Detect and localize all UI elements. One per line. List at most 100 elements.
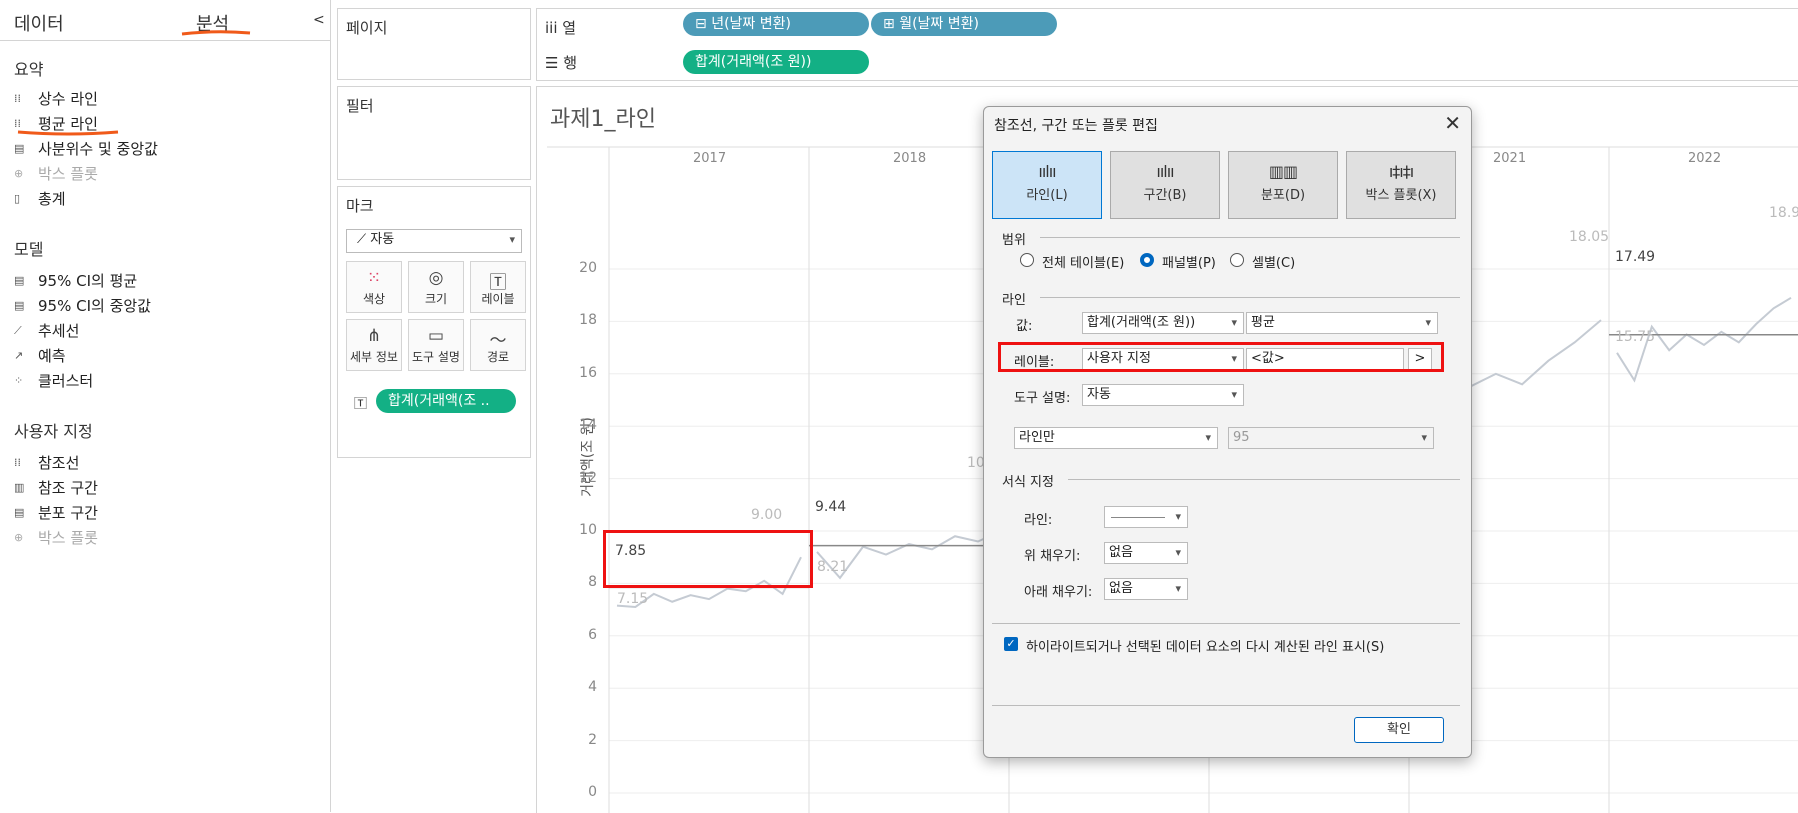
data-value-label: 9.00 xyxy=(751,507,782,523)
ci-icon: ▤ xyxy=(14,275,28,287)
color-icon: ⁙ xyxy=(347,268,401,290)
columns-pill-year[interactable]: ⊟ 년(날짜 변환) xyxy=(683,12,869,36)
divider xyxy=(992,623,1460,624)
line-style-select[interactable]: ▾ xyxy=(1104,506,1188,528)
scope-pane-label: 패널별(P) xyxy=(1162,252,1216,271)
mark-type-select[interactable]: ⟋ 자동▾ xyxy=(346,229,522,253)
tab-band[interactable]: ıılıı구간(B) xyxy=(1110,151,1220,219)
mark-color-button[interactable]: ⁙색상 xyxy=(346,261,402,313)
label-encoding-icon: 🅃 xyxy=(354,393,367,412)
sidebar-item-ci-mean[interactable]: ▤95% CI의 평균 xyxy=(14,270,137,291)
columns-shelf[interactable]: iii 열 ⊟ 년(날짜 변환) ⊞ 월(날짜 변환) xyxy=(536,8,1798,48)
pages-shelf[interactable]: 페이지 xyxy=(337,8,531,80)
ci-icon: ▤ xyxy=(14,300,28,312)
filters-title: 필터 xyxy=(346,95,374,116)
fill-above-select[interactable]: 없음▾ xyxy=(1104,542,1188,564)
chevron-down-icon: ▾ xyxy=(1421,428,1427,448)
sidebar-item-forecast[interactable]: ↗예측 xyxy=(14,345,66,366)
data-value-label: 15.75 xyxy=(1615,329,1655,345)
divider xyxy=(1040,237,1460,238)
chevron-down-icon: ▾ xyxy=(1425,313,1431,333)
fill-above-label: 위 채우기: xyxy=(1024,545,1080,564)
recalc-checkbox[interactable]: ✓ xyxy=(1004,637,1018,651)
sidebar-item-trend-line[interactable]: ⟋추세선 xyxy=(14,320,79,341)
mark-label-button[interactable]: 🅃레이블 xyxy=(470,261,526,313)
mark-path-button[interactable]: 〜경로 xyxy=(470,319,526,371)
divider xyxy=(992,705,1460,706)
tab-line[interactable]: ıılıı라인(L) xyxy=(992,151,1102,219)
mark-pill-sum[interactable]: 합계(거래액(조 .. xyxy=(376,389,516,413)
custom-section-title: 사용자 지정 xyxy=(14,418,93,442)
scope-table-label: 전체 테이블(E) xyxy=(1042,252,1124,271)
cluster-icon: ⁘ xyxy=(14,375,28,387)
scope-title: 범위 xyxy=(1002,229,1026,248)
distribution-icon: ▤ xyxy=(14,507,28,519)
mark-size-button[interactable]: ◎크기 xyxy=(408,261,464,313)
mark-detail-button[interactable]: ⋔세부 정보 xyxy=(346,319,402,371)
fill-below-label: 아래 채우기: xyxy=(1024,581,1092,600)
filters-shelf[interactable]: 필터 xyxy=(337,86,531,180)
line-tab-icon: ıılıı xyxy=(993,162,1101,184)
average-line-underline xyxy=(16,128,120,138)
box-plot-tab-icon: ı‡ı‡ı xyxy=(1347,162,1455,184)
chevron-down-icon: ▾ xyxy=(1175,507,1181,527)
pages-title: 페이지 xyxy=(346,17,387,38)
reference-line-icon: ⁞⁞ xyxy=(14,93,28,105)
scope-table-radio[interactable] xyxy=(1020,253,1034,267)
tooltip-icon: ▭ xyxy=(409,326,463,348)
collapse-sidebar-button[interactable]: < xyxy=(313,12,325,28)
data-value-label: 18.05 xyxy=(1569,229,1609,245)
divider xyxy=(1040,297,1460,298)
close-icon[interactable]: ✕ xyxy=(1444,111,1461,135)
tooltip-select[interactable]: 자동▾ xyxy=(1082,384,1244,406)
rows-pill-sum[interactable]: 합계(거래액(조 원)) xyxy=(683,50,869,74)
rows-shelf[interactable]: ☰ 행 합계(거래액(조 원)) xyxy=(536,46,1798,81)
tab-box-plot[interactable]: ı‡ı‡ı박스 플롯(X) xyxy=(1346,151,1456,219)
tab-distribution[interactable]: ▥▥분포(D) xyxy=(1228,151,1338,219)
size-icon: ◎ xyxy=(409,268,463,290)
fill-below-select[interactable]: 없음▾ xyxy=(1104,578,1188,600)
analysis-tab-underline xyxy=(180,28,252,38)
columns-pill-month[interactable]: ⊞ 월(날짜 변환) xyxy=(871,12,1057,36)
value-field-select[interactable]: 합계(거래액(조 원))▾ xyxy=(1082,312,1244,334)
sidebar-tabs: 데이터 분석 < xyxy=(0,0,330,41)
line-style-preview xyxy=(1111,517,1165,518)
collapse-icon: ⊟ xyxy=(695,16,711,32)
rows-icon: ☰ xyxy=(545,54,563,72)
confidence-select: 95▾ xyxy=(1228,427,1434,449)
sidebar-item-quartiles[interactable]: ▤사분위수 및 중앙값 xyxy=(14,138,158,159)
line-only-select[interactable]: 라인만▾ xyxy=(1014,427,1218,449)
sidebar-item-distribution-band[interactable]: ▤분포 구간 xyxy=(14,502,98,523)
sidebar-item-ci-median[interactable]: ▤95% CI의 중앙값 xyxy=(14,295,151,316)
model-section-title: 모델 xyxy=(14,236,43,260)
chevron-down-icon: ▾ xyxy=(1175,543,1181,563)
reference-line-icon: ⁞⁞ xyxy=(14,457,28,469)
analysis-sidebar: 데이터 분석 < 요약 ⁞⁞상수 라인 ⁞⁞평균 라인 ▤사분위수 및 중앙값 … xyxy=(0,0,331,812)
tooltip-label: 도구 설명: xyxy=(1014,387,1070,406)
ok-button[interactable]: 확인 xyxy=(1354,717,1444,743)
average-value-label: 17.49 xyxy=(1615,249,1655,265)
box-plot-icon: ⊕ xyxy=(14,168,28,180)
average-value-label: 9.44 xyxy=(815,499,846,515)
tab-data[interactable]: 데이터 xyxy=(14,10,64,36)
sidebar-item-cluster[interactable]: ⁘클러스터 xyxy=(14,370,93,391)
annotation-box-dialog xyxy=(998,342,1444,372)
value-aggregation-select[interactable]: 평균▾ xyxy=(1246,312,1438,334)
chevron-down-icon: ▾ xyxy=(509,230,515,250)
sidebar-item-reference-band[interactable]: ▥참조 구간 xyxy=(14,477,98,498)
sidebar-item-reference-line[interactable]: ⁞⁞참조선 xyxy=(14,452,79,473)
detail-icon: ⋔ xyxy=(347,326,401,348)
sidebar-item-totals[interactable]: ▯총계 xyxy=(14,188,66,209)
mark-tooltip-button[interactable]: ▭도구 설명 xyxy=(408,319,464,371)
chevron-down-icon: ▾ xyxy=(1231,313,1237,333)
value-label: 값: xyxy=(1016,315,1032,334)
chevron-down-icon: ▾ xyxy=(1231,385,1237,405)
columns-icon: iii xyxy=(545,19,562,37)
totals-icon: ▯ xyxy=(14,193,28,205)
sidebar-item-constant-line[interactable]: ⁞⁞상수 라인 xyxy=(14,88,98,109)
format-line-label: 라인: xyxy=(1024,509,1052,528)
recalc-checkbox-label: 하이라이트되거나 선택된 데이터 요소의 다시 계산된 라인 표시(S) xyxy=(1026,636,1384,655)
expand-icon: ⊞ xyxy=(883,16,899,32)
scope-pane-radio[interactable] xyxy=(1140,253,1154,267)
scope-cell-radio[interactable] xyxy=(1230,253,1244,267)
